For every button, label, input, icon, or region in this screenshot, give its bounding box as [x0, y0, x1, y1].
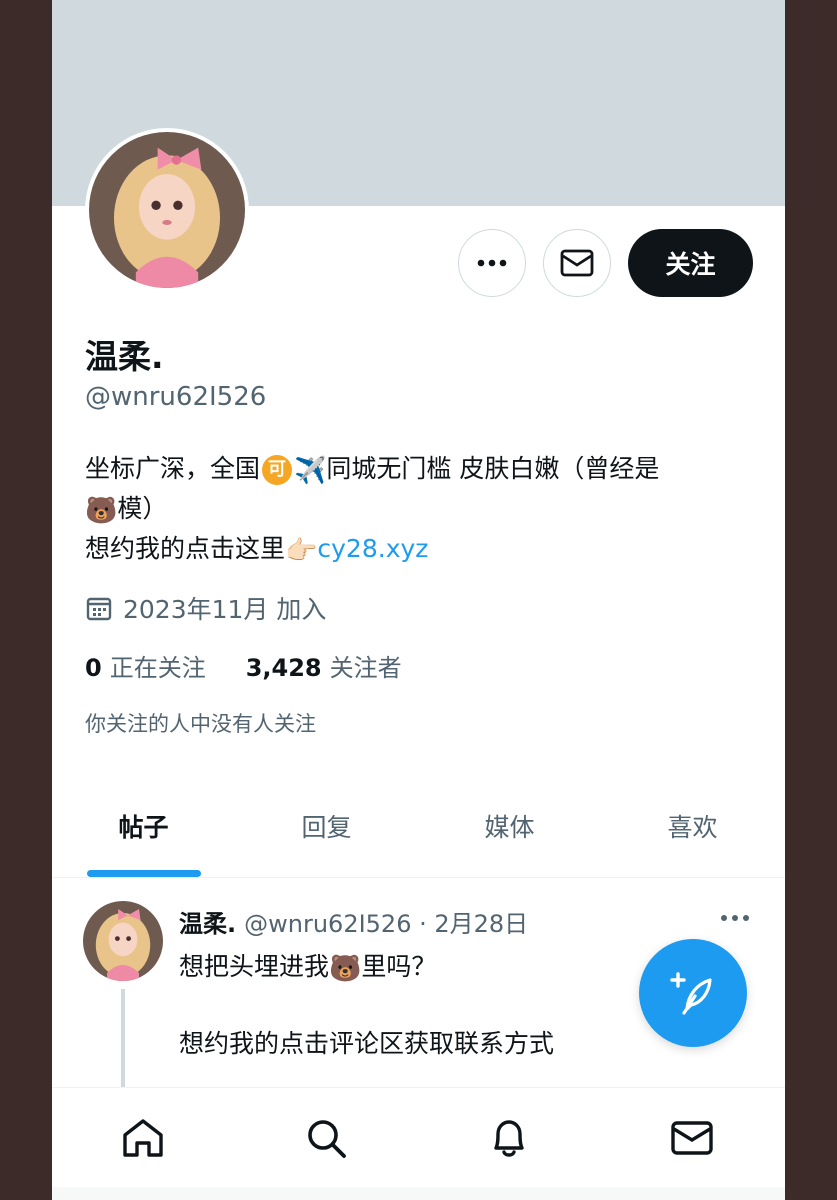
nav-notifications[interactable]	[484, 1113, 534, 1163]
tab-posts[interactable]: 帖子	[52, 808, 235, 844]
more-options-button[interactable]	[458, 229, 526, 297]
followed-by-note: 你关注的人中没有人关注	[85, 712, 316, 736]
post-text-part: 想把头埋进我	[179, 952, 330, 981]
post-text-2: 想约我的点击评论区获取联系方式	[179, 1029, 555, 1058]
joined-text: 2023年11月 加入	[123, 595, 327, 624]
post-header: 温柔. @wnru62I526 · 2月28日	[179, 904, 528, 939]
message-button[interactable]	[543, 229, 611, 297]
post-text: 想把头埋进我🐻里吗？	[179, 947, 436, 984]
following-count: 0	[85, 654, 102, 682]
post-meta: @wnru62I526 · 2月28日	[244, 910, 529, 938]
bio-link[interactable]: cy28.xyz	[317, 534, 428, 563]
compose-feather-icon	[670, 972, 712, 1015]
bio-text: 想约我的点击这里	[85, 534, 286, 563]
followers-count: 3,428	[245, 654, 322, 682]
thread-line	[121, 989, 125, 1099]
joined-date: 2023年11月 加入	[85, 590, 326, 626]
bio-text: 同城无门槛 皮肤白嫩（曾经是	[326, 454, 660, 483]
follow-stats: 0 正在关注 3,428 关注者	[85, 648, 402, 683]
bio-text: 坐标广深，全国	[85, 454, 261, 483]
bear-emoji-icon: 🐻	[85, 496, 118, 526]
active-tab-indicator	[87, 870, 201, 877]
profile-handle: @wnru62I526	[85, 382, 267, 412]
post-more-button[interactable]	[720, 907, 750, 926]
compose-button[interactable]	[639, 939, 747, 1047]
profile-bio: 坐标广深，全国可 ✈️同城无门槛 皮肤白嫩（曾经是 🐻模） 想约我的点击这里👉🏻c…	[85, 450, 765, 570]
profile-screen: 关注 温柔. @wnru62I526 坐标广深，全国可 ✈️同城无门槛 皮肤白嫩（…	[52, 0, 785, 1200]
mail-icon	[560, 249, 594, 277]
nav-home[interactable]	[118, 1113, 168, 1163]
search-icon	[308, 1120, 346, 1158]
bottom-strip	[52, 1187, 785, 1200]
nav-messages[interactable]	[667, 1113, 717, 1163]
profile-avatar[interactable]	[85, 128, 249, 292]
more-horizontal-icon	[477, 259, 507, 267]
airplane-emoji-icon: ✈️	[294, 456, 327, 486]
mail-icon	[671, 1121, 713, 1155]
orange-badge-icon: 可	[262, 455, 293, 485]
followers-label: 关注者	[329, 654, 402, 682]
following-stat[interactable]: 0 正在关注	[85, 648, 206, 683]
tab-replies[interactable]: 回复	[235, 808, 418, 844]
bottom-navigation	[52, 1087, 785, 1187]
nav-search[interactable]	[301, 1113, 351, 1163]
followers-stat[interactable]: 3,428 关注者	[246, 648, 402, 683]
post-avatar[interactable]	[83, 901, 163, 981]
profile-tabs: 帖子 回复 媒体 喜欢	[52, 790, 785, 878]
bio-text: 模）	[117, 494, 168, 523]
more-horizontal-icon	[721, 915, 749, 921]
bear-emoji-icon: 🐻	[329, 954, 362, 984]
calendar-icon	[86, 597, 112, 621]
post-author[interactable]: 温柔.	[179, 910, 236, 938]
tab-media[interactable]: 媒体	[418, 808, 601, 844]
pointing-hand-emoji-icon: 👉🏻	[285, 536, 318, 566]
bell-icon	[494, 1120, 524, 1157]
post-text-part: 里吗？	[361, 952, 437, 981]
profile-name: 温柔.	[85, 337, 164, 376]
home-icon	[123, 1119, 163, 1157]
tab-likes[interactable]: 喜欢	[601, 808, 784, 844]
following-label: 正在关注	[109, 654, 206, 682]
follow-button[interactable]: 关注	[628, 229, 753, 297]
